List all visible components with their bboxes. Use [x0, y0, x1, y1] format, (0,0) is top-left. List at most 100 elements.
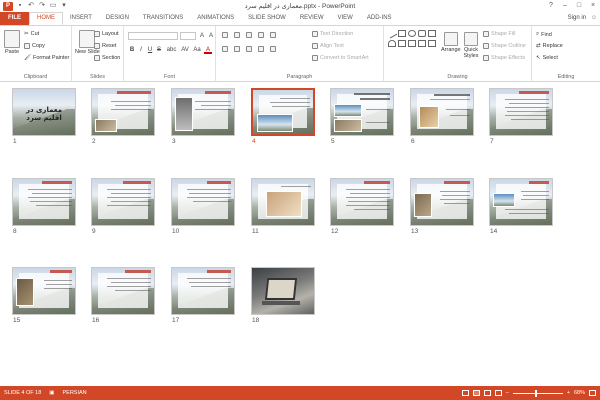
format-painter-button[interactable]: 🖌 Format Painter [24, 55, 69, 61]
replace-button[interactable]: ⇄ Replace [536, 43, 563, 49]
zoom-out-button[interactable]: – [506, 390, 509, 396]
bullets-icon[interactable] [222, 32, 228, 38]
slide-thumbnail-selected[interactable]: 4 [251, 88, 319, 145]
bold-button[interactable]: B [128, 46, 136, 54]
tab-home[interactable]: HOME [29, 12, 63, 25]
tab-add-ins[interactable]: ADD-INS [360, 12, 399, 25]
slideshow-view-icon[interactable] [494, 390, 502, 396]
find-button[interactable]: ⌕ Find [536, 31, 552, 38]
quick-styles-button[interactable]: Quick Styles [461, 32, 481, 59]
italic-button[interactable]: I [137, 46, 145, 54]
line-spacing-icon[interactable] [270, 32, 276, 38]
tab-review[interactable]: REVIEW [293, 12, 331, 25]
numbering-icon[interactable] [234, 32, 240, 38]
columns-icon[interactable] [270, 46, 276, 52]
font-color-button[interactable]: A [204, 46, 212, 54]
slide-thumbnail[interactable]: 11 [251, 178, 319, 235]
callout-shape-icon[interactable] [428, 40, 436, 47]
font-size-combo[interactable] [180, 32, 196, 40]
reset-button[interactable]: Reset [94, 43, 116, 49]
slide-thumbnail[interactable]: 8 [12, 178, 80, 235]
strikethrough-button[interactable]: S [155, 46, 163, 54]
line-shape-icon[interactable] [386, 28, 398, 39]
slide-thumbnail[interactable]: 3 [171, 88, 239, 145]
zoom-slider-knob[interactable] [534, 389, 537, 397]
slide-thumbnail[interactable]: 2 [91, 88, 159, 145]
convert-smartart-button[interactable]: Convert to SmartArt [312, 55, 369, 61]
arc-shape-icon[interactable] [388, 40, 396, 47]
minimize-button[interactable]: – [558, 0, 572, 11]
grow-font-button[interactable]: A [198, 32, 206, 40]
slide-thumbnail[interactable]: 17 [171, 267, 239, 324]
slide-thumbnail[interactable]: معماری در اقلیم سرد 1 [12, 88, 80, 145]
reading-view-icon[interactable] [483, 390, 491, 396]
shape-effects-button[interactable]: Shape Effects [483, 55, 525, 61]
tab-view[interactable]: VIEW [331, 12, 360, 25]
align-left-icon[interactable] [222, 46, 228, 52]
slide-thumbnail[interactable]: 18 [251, 267, 319, 324]
tab-design[interactable]: DESIGN [99, 12, 136, 25]
redo-icon[interactable]: ↷ [38, 2, 46, 10]
triangle-shape-icon[interactable] [398, 40, 406, 47]
slide-thumbnail[interactable]: 6 [410, 88, 478, 145]
tab-file[interactable]: FILE [0, 12, 29, 25]
cut-button[interactable]: ✂ Cut [24, 31, 39, 37]
language-indicator[interactable]: PERSIAN [59, 390, 91, 396]
fit-to-window-icon[interactable] [589, 390, 596, 396]
text-direction-button[interactable]: Text Direction [312, 31, 353, 37]
slide-thumbnail[interactable]: 14 [489, 178, 557, 235]
underline-button[interactable]: U [146, 46, 154, 54]
section-button[interactable]: Section [94, 55, 120, 61]
align-center-icon[interactable] [234, 46, 240, 52]
text-shadow-button[interactable]: abc [165, 46, 178, 54]
slide-thumbnail[interactable]: 12 [330, 178, 398, 235]
tab-transitions[interactable]: TRANSITIONS [136, 12, 190, 25]
zoom-slider[interactable] [512, 389, 563, 397]
select-button[interactable]: ↖ Select [536, 55, 558, 61]
arrow-shape-icon[interactable] [408, 40, 416, 47]
change-case-button[interactable]: Aa [192, 46, 202, 54]
zoom-level[interactable]: 68% [574, 390, 585, 396]
slide-thumbnail[interactable]: 10 [171, 178, 239, 235]
customize-icon[interactable]: ▾ [60, 2, 68, 10]
slide-sorter-view-icon[interactable] [472, 390, 480, 396]
proofing-icon[interactable]: ▣ [45, 390, 58, 396]
align-right-icon[interactable] [246, 46, 252, 52]
slide-thumbnail[interactable]: 5 [330, 88, 398, 145]
font-name-combo[interactable] [128, 32, 178, 40]
textbox-shape-icon[interactable] [428, 30, 436, 37]
user-icon[interactable]: ☺ [591, 12, 597, 25]
save-icon[interactable]: ▪ [16, 2, 24, 10]
undo-icon[interactable]: ↶ [27, 2, 35, 10]
rectangle-shape-icon[interactable] [398, 30, 406, 37]
decrease-indent-icon[interactable] [246, 32, 252, 38]
normal-view-icon[interactable] [461, 390, 469, 396]
shrink-font-button[interactable]: A [207, 32, 215, 40]
align-text-button[interactable]: Align Text [312, 43, 344, 49]
justify-icon[interactable] [258, 46, 264, 52]
oval-shape-icon[interactable] [408, 30, 416, 37]
arrange-button[interactable]: Arrange [441, 32, 461, 53]
layout-button[interactable]: Layout [94, 31, 119, 37]
rounded-rect-shape-icon[interactable] [418, 30, 426, 37]
help-icon[interactable]: ? [544, 0, 558, 11]
shape-fill-button[interactable]: Shape Fill [483, 31, 515, 37]
start-slideshow-icon[interactable]: ▭ [49, 2, 57, 10]
slide-thumbnail[interactable]: 15 [12, 267, 80, 324]
powerpoint-app-icon[interactable]: P [3, 1, 13, 11]
zoom-in-button[interactable]: + [567, 390, 570, 396]
slide-thumbnail[interactable]: 7 [489, 88, 557, 145]
tab-slide-show[interactable]: SLIDE SHOW [241, 12, 293, 25]
close-button[interactable]: × [586, 0, 600, 11]
slide-thumbnail[interactable]: 16 [91, 267, 159, 324]
tab-animations[interactable]: ANIMATIONS [190, 12, 241, 25]
paste-button[interactable]: Paste [4, 30, 20, 55]
star-shape-icon[interactable] [418, 40, 426, 47]
copy-button[interactable]: Copy [24, 43, 45, 49]
sign-in-link[interactable]: Sign in [568, 12, 586, 25]
shape-outline-button[interactable]: Shape Outline [483, 43, 526, 49]
increase-indent-icon[interactable] [258, 32, 264, 38]
tab-insert[interactable]: INSERT [63, 12, 99, 25]
slide-thumbnail[interactable]: 9 [91, 178, 159, 235]
character-spacing-button[interactable]: AV [180, 46, 190, 54]
